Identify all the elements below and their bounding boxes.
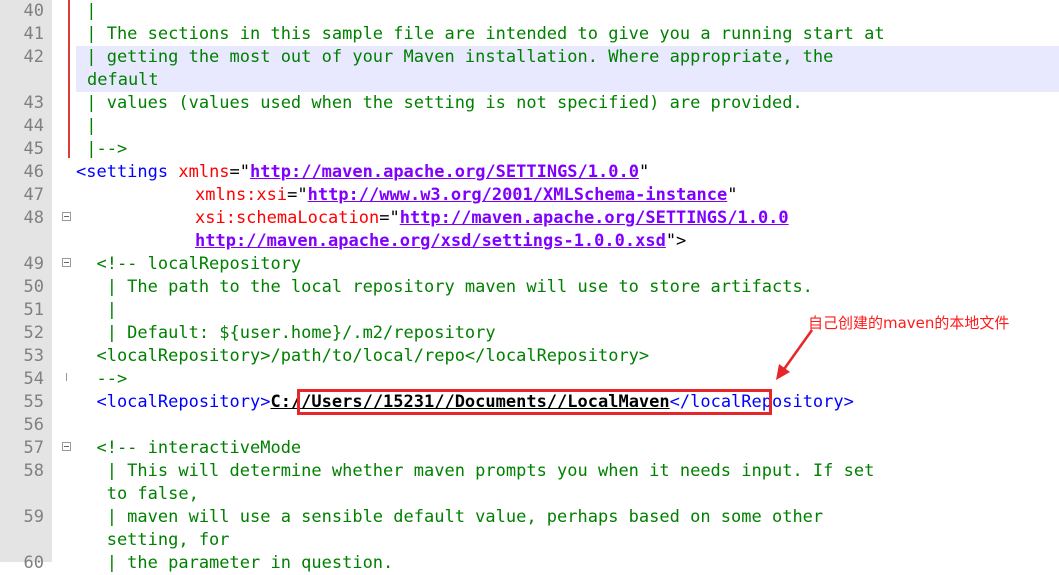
code-text: setting, for [76, 530, 230, 550]
xml-punct: =" [379, 208, 400, 228]
line-number: 58 [23, 461, 44, 481]
code-text: to false, [76, 484, 199, 504]
code-line[interactable]: 59 | maven will use a sensible default v… [0, 506, 1059, 529]
code-line[interactable]: 58 | This will determine whether maven p… [0, 460, 1059, 483]
code-text: <!-- interactiveMode [76, 438, 302, 458]
code-line[interactable]: 48 xsi:schemaLocation="http://maven.apac… [0, 207, 1059, 230]
xml-punct: " [638, 162, 650, 182]
code-text: | The sections in this sample file are i… [76, 24, 885, 44]
code-text: | values (values used when the setting i… [76, 93, 803, 113]
xml-url-link[interactable]: http://maven.apache.org/SETTINGS/1.0.0 [250, 162, 639, 182]
code-line[interactable]: 53 <localRepository>/path/to/local/repo<… [0, 345, 1059, 368]
code-line-wrap[interactable]: to false, [0, 483, 1059, 506]
line-number: 48 [23, 208, 44, 228]
code-text: xmlns:xsi="http://www.w3.org/2001/XMLSch… [195, 184, 738, 207]
code-text: | getting the most out of your Maven ins… [76, 47, 834, 67]
line-number: 51 [23, 300, 44, 320]
xml-tag: <localRepository> [76, 392, 271, 412]
code-text: | [76, 300, 117, 320]
code-text: <localRepository>/path/to/local/repo</lo… [76, 346, 650, 366]
code-text: <settings xmlns="http://maven.apache.org… [76, 161, 649, 184]
line-number: 45 [23, 139, 44, 159]
line-number: 54 [23, 369, 44, 389]
line-number: 53 [23, 346, 44, 366]
code-text: --> [76, 369, 128, 389]
code-text: | [76, 116, 97, 136]
code-text: | maven will use a sensible default valu… [76, 507, 824, 527]
line-number: 52 [23, 323, 44, 343]
code-text: http://maven.apache.org/xsd/settings-1.0… [195, 230, 686, 253]
line-number: 46 [23, 162, 44, 182]
code-line[interactable]: 60 | the parameter in question. [0, 552, 1059, 575]
code-line[interactable]: 56 [0, 414, 1059, 437]
xml-tag: <settings [76, 162, 169, 182]
code-text: | the parameter in question. [76, 553, 394, 573]
code-line[interactable]: 47 xmlns:xsi="http://www.w3.org/2001/XML… [0, 184, 1059, 207]
line-number: 44 [23, 116, 44, 136]
code-text: | This will determine whether maven prom… [76, 461, 875, 481]
fold-toggle-icon[interactable] [62, 442, 71, 451]
xml-punct: " [727, 185, 738, 205]
code-line[interactable]: 49 <!-- localRepository [0, 253, 1059, 276]
code-line-wrap[interactable]: http://maven.apache.org/xsd/settings-1.0… [0, 230, 1059, 253]
xml-punct: "> [665, 231, 687, 251]
code-line[interactable]: 41 | The sections in this sample file ar… [0, 23, 1059, 46]
code-text: | Default: ${user.home}/.m2/repository [76, 323, 496, 343]
line-number: 59 [23, 507, 44, 527]
code-text: <!-- localRepository [76, 254, 302, 274]
code-line[interactable]: 46 <settings xmlns="http://maven.apache.… [0, 161, 1059, 184]
code-text: xsi:schemaLocation="http://maven.apache.… [195, 207, 789, 230]
fold-toggle-icon[interactable] [62, 212, 71, 221]
code-text: | The path to the local repository maven… [76, 277, 813, 297]
highlight-box [297, 389, 772, 415]
fold-end-marker [66, 373, 67, 381]
line-number: 42 [23, 47, 44, 67]
code-line[interactable]: 43 | values (values used when the settin… [0, 92, 1059, 115]
code-line[interactable]: 42 | getting the most out of your Maven … [0, 46, 1059, 69]
fold-toggle-icon[interactable] [62, 258, 71, 267]
code-text: default [87, 70, 159, 90]
code-line[interactable]: 44 | [0, 115, 1059, 138]
xml-attribute: xsi:schemaLocation [195, 208, 380, 228]
code-text: |--> [76, 139, 128, 159]
line-number: 41 [23, 24, 44, 44]
line-number: 50 [23, 277, 44, 297]
xml-url-link[interactable]: http://maven.apache.org/SETTINGS/1.0.0 [400, 208, 789, 228]
line-number: 56 [23, 415, 44, 435]
xml-url-link[interactable]: http://www.w3.org/2001/XMLSchema-instanc… [308, 185, 728, 205]
line-number: 60 [23, 553, 44, 573]
xml-punct: =" [287, 185, 308, 205]
xml-punct: =" [229, 162, 251, 182]
code-text: | [76, 1, 97, 21]
code-line[interactable]: 40 | [0, 0, 1059, 23]
line-number: 49 [23, 254, 44, 274]
line-number: 40 [23, 1, 44, 21]
code-line-wrap[interactable]: default [0, 69, 1059, 92]
annotation-arrow-icon [776, 329, 814, 380]
annotation-label: 自己创建的maven的本地文件 [808, 314, 1010, 332]
line-number: 57 [23, 438, 44, 458]
code-line[interactable]: 50 | The path to the local repository ma… [0, 276, 1059, 299]
line-number: 55 [23, 392, 44, 412]
xml-attribute: xmlns [168, 162, 230, 182]
line-number: 43 [23, 93, 44, 113]
code-line[interactable]: 57 <!-- interactiveMode [0, 437, 1059, 460]
code-line[interactable]: 45 |--> [0, 138, 1059, 161]
code-line-wrap[interactable]: setting, for [0, 529, 1059, 552]
line-number: 47 [23, 185, 44, 205]
xml-url-link[interactable]: http://maven.apache.org/xsd/settings-1.0… [195, 231, 666, 251]
code-line[interactable]: 54 --> [0, 368, 1059, 391]
xml-attribute: xmlns:xsi [195, 185, 288, 205]
